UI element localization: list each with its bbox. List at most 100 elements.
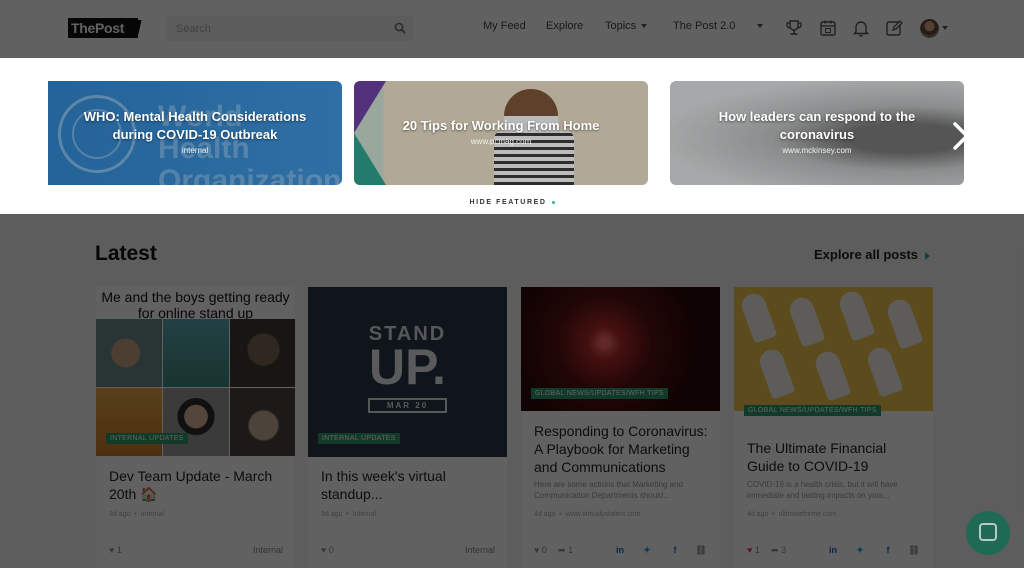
post-footer: ♥ 0 Internal: [321, 545, 495, 559]
post-age: 4d ago: [534, 511, 556, 518]
like-button[interactable]: ♥ 0: [534, 545, 547, 555]
twitter-icon[interactable]: ✦: [641, 545, 653, 557]
post-card-image: STAND UP. MAR 20: [308, 287, 507, 457]
bell-icon[interactable]: [851, 18, 871, 38]
featured-card[interactable]: World Health Organization WHO: Mental He…: [48, 81, 342, 185]
post-card[interactable]: STAND UP. MAR 20 INTERNAL UPDATES In thi…: [308, 287, 507, 568]
chevron-down-icon: [757, 24, 764, 29]
featured-card-source: www.mckinsey.com: [782, 146, 852, 155]
post-title[interactable]: In this week's virtual standup...: [321, 467, 495, 503]
post-title[interactable]: Responding to Coronavirus: A Playbook fo…: [534, 422, 708, 476]
chat-icon: [979, 523, 997, 541]
post-meta: 3d ago • Internal: [109, 511, 165, 518]
nav-topics-label: Topics: [605, 20, 637, 32]
post-card-image: [734, 287, 933, 411]
workspace-label: The Post 2.0: [673, 20, 736, 32]
linkedin-icon[interactable]: in: [827, 545, 839, 557]
share-count: 1: [568, 545, 574, 555]
post-meta: 4d ago • ultimateforme.com: [747, 511, 837, 518]
post-card-image: Me and the boys getting ready for online…: [96, 287, 295, 457]
heart-icon: ♥: [747, 545, 753, 555]
like-button[interactable]: ♥ 1: [747, 545, 760, 555]
workspace-switcher[interactable]: The Post 2.0: [673, 20, 764, 32]
share-arrow-icon: ➦: [558, 545, 566, 555]
post-source: Internal: [140, 511, 165, 518]
like-count: 1: [754, 545, 760, 555]
heart-icon: ♥: [109, 545, 115, 555]
dot-icon: [551, 200, 555, 204]
post-age: 3d ago: [109, 511, 131, 518]
post-title[interactable]: The Ultimate Financial Guide to COVID-19: [747, 439, 921, 475]
like-count: 1: [116, 545, 122, 555]
link-icon[interactable]: ⛓: [695, 545, 707, 557]
top-navbar: ThePost My Feed Explore Topics The Post …: [0, 0, 1024, 58]
like-button[interactable]: ♥ 0: [321, 545, 334, 555]
explore-all-label: Explore all posts: [814, 247, 919, 262]
post-meta: 3d ago • Internal: [321, 511, 377, 518]
search-icon[interactable]: [394, 22, 406, 34]
avatar[interactable]: [920, 19, 939, 38]
hide-featured-button[interactable]: HIDE FEATURED: [0, 199, 1024, 206]
link-icon[interactable]: ⛓: [908, 545, 920, 557]
featured-card-title: 20 Tips for Working From Home: [402, 118, 600, 133]
nav-my-feed[interactable]: My Feed: [483, 20, 526, 32]
reshare-button[interactable]: ➦ 1: [558, 545, 573, 556]
post-excerpt: COVID-19 is a health crisis, but it will…: [747, 480, 898, 500]
linkedin-icon[interactable]: in: [614, 545, 626, 557]
post-footer: ♥ 0 ➦ 1 in ✦ f ⛓: [534, 545, 708, 559]
facebook-icon[interactable]: f: [669, 545, 681, 557]
chat-launcher-button[interactable]: [966, 511, 1010, 555]
twitter-icon[interactable]: ✦: [854, 545, 866, 557]
heart-icon: ♥: [321, 545, 327, 555]
post-source: ultimateforme.com: [778, 511, 837, 518]
featured-card[interactable]: 20 Tips for Working From Home www.pcmag.…: [354, 81, 648, 185]
post-excerpt: Here are some actions that Marketing and…: [534, 480, 683, 500]
calendar-icon[interactable]: [818, 18, 838, 38]
featured-card-title: WHO: Mental Health Considerations during…: [83, 109, 307, 142]
standup-image-text: UP.: [369, 339, 446, 395]
meme-caption: Me and the boys getting ready for online…: [101, 289, 290, 321]
share-arrow-icon: ➦: [771, 545, 779, 555]
featured-card-title: How leaders can respond to the coronavir…: [718, 109, 916, 142]
heart-icon: ♥: [534, 545, 540, 555]
post-title[interactable]: Dev Team Update - March 20th 🏠: [109, 467, 283, 503]
category-tag[interactable]: INTERNAL UPDATES: [318, 433, 400, 444]
nav-topics-dropdown[interactable]: Topics: [605, 20, 648, 32]
nav-explore[interactable]: Explore: [546, 20, 583, 32]
explore-all-link[interactable]: Explore all posts: [814, 247, 931, 262]
hide-featured-label: HIDE FEATURED: [469, 199, 547, 206]
post-age: 3d ago: [321, 511, 343, 518]
trophy-icon[interactable]: [784, 18, 804, 38]
post-card[interactable]: GLOBAL NEWS/UPDATES/WFH TIPS Responding …: [521, 287, 720, 568]
category-tag[interactable]: GLOBAL NEWS/UPDATES/WFH TIPS: [531, 388, 668, 399]
thepost-logo[interactable]: ThePost: [68, 18, 138, 38]
post-age: 4d ago: [747, 511, 769, 518]
caret-right-icon: [925, 251, 931, 260]
post-card[interactable]: GLOBAL NEWS/UPDATES/WFH TIPS The Ultimat…: [734, 287, 933, 568]
reshare-button[interactable]: ➦ 3: [771, 545, 786, 556]
share-count: 3: [781, 545, 787, 555]
search-box: [166, 16, 414, 41]
latest-heading: Latest: [95, 242, 157, 265]
category-tag[interactable]: INTERNAL UPDATES: [106, 433, 188, 444]
like-count: 0: [541, 545, 547, 555]
like-button[interactable]: ♥ 1: [109, 545, 122, 555]
facebook-icon[interactable]: f: [882, 545, 894, 557]
featured-card-source: www.pcmag.com: [470, 137, 532, 146]
post-footer: ♥ 1 ➦ 3 in ✦ f ⛓: [747, 545, 921, 559]
edit-icon[interactable]: [884, 18, 904, 38]
featured-section: World Health Organization WHO: Mental He…: [0, 58, 1024, 214]
featured-card[interactable]: How leaders can respond to the coronavir…: [670, 81, 964, 185]
featured-card-source: internal: [181, 146, 209, 155]
chevron-down-icon[interactable]: [942, 26, 948, 30]
source-label: Internal: [464, 545, 495, 555]
post-source: Internal: [352, 511, 377, 518]
chevron-right-icon[interactable]: [950, 121, 972, 151]
like-count: 0: [328, 545, 334, 555]
post-meta: 4d ago • www.virtualystalent.com: [534, 511, 641, 518]
category-tag[interactable]: GLOBAL NEWS/UPDATES/WFH TIPS: [744, 405, 881, 416]
post-card[interactable]: Me and the boys getting ready for online…: [96, 287, 295, 568]
search-input[interactable]: [166, 16, 376, 41]
standup-image-date: MAR 20: [368, 398, 447, 413]
chevron-down-icon: [641, 24, 648, 29]
